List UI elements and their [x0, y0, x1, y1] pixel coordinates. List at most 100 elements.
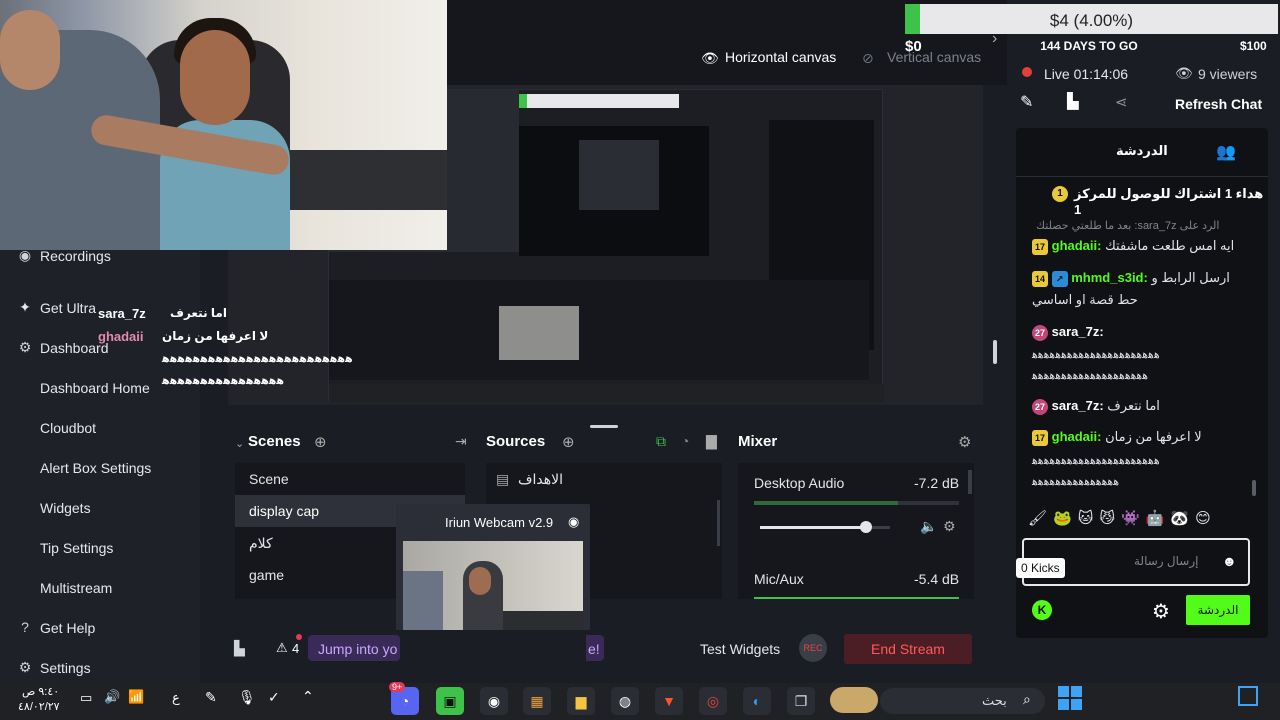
sidebar-item-cloudbot[interactable]: Cloudbot	[40, 420, 96, 436]
widgets-weather-icon[interactable]	[830, 687, 878, 713]
tip-goal-bar: $4 (4.00%)	[905, 4, 1278, 34]
folder-icon[interactable]: ▇	[706, 433, 717, 450]
chrome-icon[interactable]: ◎	[699, 687, 727, 715]
tip-goal-max: $100	[1240, 39, 1267, 53]
chat-username[interactable]: mhmd_s3id:	[1071, 270, 1148, 285]
sidebar-item-multistream[interactable]: Multistream	[40, 580, 112, 596]
send-chat-button[interactable]: الدردشة	[1186, 595, 1250, 625]
chevron-up-icon[interactable]: ⌃	[302, 688, 314, 705]
chat-message: 17 ghadaii: ايه امس طلعت ماشفتك	[1032, 238, 1234, 255]
gear-icon[interactable]: ⚙	[1152, 599, 1170, 624]
source-item[interactable]: الاهداف	[486, 463, 722, 495]
alert-icon[interactable]: ⚠	[276, 640, 288, 656]
emote-icon[interactable]: 🐱	[1078, 509, 1094, 531]
gear-icon[interactable]: ⚙	[943, 518, 956, 535]
sidebar-item-get-ultra[interactable]: Get Ultra	[40, 300, 96, 316]
chat-username[interactable]: ghadaii:	[1052, 238, 1102, 253]
tab-vertical-canvas[interactable]: Vertical canvas	[887, 49, 981, 65]
mixer-channel-name: Mic/Aux	[754, 571, 804, 587]
brave-icon[interactable]: ▼	[655, 687, 683, 715]
chat-text: ﻫﻫﻫﻫﻫﻫﻫﻫﻫﻫﻫﻫﻫﻫﻫ	[1032, 476, 1120, 488]
promo-banner[interactable]: Jump into yo	[308, 635, 400, 661]
collapse-icon[interactable]: ⌄	[235, 437, 244, 450]
users-icon[interactable]: 👥	[1216, 142, 1236, 162]
wifi-icon[interactable]: 📶	[128, 689, 144, 705]
transition-icon[interactable]: ⇥	[455, 433, 467, 450]
chat-tab-title: الدردشة	[1116, 143, 1168, 158]
emote-icon[interactable]: 😊	[1195, 509, 1211, 531]
emote-icon[interactable]: 👾	[1121, 509, 1140, 531]
smiley-icon[interactable]: ☻	[1222, 553, 1237, 569]
tab-horizontal-canvas[interactable]: Horizontal canvas	[725, 49, 836, 65]
chat-text: ﻫﻫﻫﻫﻫﻫﻫﻫﻫﻫﻫﻫﻫﻫﻫﻫﻫﻫﻫﻫﻫﻫ	[1032, 455, 1161, 467]
sub-badge: 27	[1032, 398, 1048, 415]
source-group-icon[interactable]: ⧉	[656, 433, 666, 450]
add-source-icon[interactable]: ⊕	[562, 433, 575, 451]
sidebar-item-dashboard-home[interactable]: Dashboard Home	[40, 380, 150, 396]
chat-username[interactable]: ghadaii:	[1052, 429, 1102, 444]
broom-icon[interactable]: ▙	[1067, 92, 1079, 110]
share-icon[interactable]: ⋖	[1115, 93, 1128, 111]
chat-message: 17 ghadaii: لا اعرفها من زمان	[1032, 429, 1202, 446]
add-scene-icon[interactable]: ⊕	[314, 433, 327, 451]
edge-icon[interactable]: ◐	[743, 687, 771, 715]
pinned-goal-message: هداء 1 اشتراك للوصول للمركز 1	[1074, 186, 1264, 217]
streamlabs-icon[interactable]: ▣	[436, 687, 464, 715]
webcam-app-icon[interactable]: ◉	[480, 687, 508, 715]
chat-message: 14 ↗ mhmd_s3id: ارسل الرابط و	[1032, 270, 1230, 287]
sidebar-item-recordings[interactable]: Recordings	[40, 248, 111, 264]
language-indicator[interactable]: ع	[172, 690, 180, 706]
mixer-scrollbar[interactable]	[968, 470, 972, 494]
audio-mute-icon[interactable]: ◔	[681, 433, 689, 449]
emote-icon[interactable]: 🖌	[1028, 509, 1047, 531]
chat-username[interactable]: sara_7z:	[1052, 324, 1104, 339]
chat-username[interactable]: sara_7z:	[1052, 398, 1104, 413]
taskbar-search[interactable]: بحث ⌕	[880, 688, 1045, 714]
streamlabs-tray-icon[interactable]: ✓	[268, 689, 280, 706]
source-preview-title: Iriun Webcam v2.9	[445, 515, 554, 530]
rec-button[interactable]: REC	[799, 634, 827, 662]
sidebar-item-get-help[interactable]: Get Help	[40, 620, 95, 636]
end-stream-button[interactable]: End Stream	[844, 634, 972, 664]
volume-slider[interactable]	[760, 521, 890, 533]
obs-icon[interactable]: ◍	[611, 687, 639, 715]
sidebar-item-tip-settings[interactable]: Tip Settings	[40, 540, 113, 556]
store-icon[interactable]: ▦	[523, 687, 551, 715]
screen: ◉ Recordings ✦ Get Ultra ⚙ Dashboard Das…	[0, 0, 1280, 720]
clock-date[interactable]: ٤٨/٠٢/٢٧	[18, 700, 60, 713]
test-widgets-button[interactable]: Test Widgets	[700, 641, 780, 657]
panel-resize-handle[interactable]	[993, 340, 997, 364]
audio-level-meter	[754, 501, 959, 505]
mixer-settings-icon[interactable]: ⚙	[958, 433, 971, 451]
sidebar-item-settings[interactable]: Settings	[40, 660, 91, 676]
emote-icon[interactable]: 🐼	[1170, 509, 1189, 531]
kick-logo-icon[interactable]: K	[1032, 600, 1052, 620]
stats-icon[interactable]: ▙	[234, 640, 245, 657]
folder-icon[interactable]: ▆	[567, 687, 595, 715]
notification-center-icon[interactable]	[1238, 686, 1258, 706]
refresh-chat-button[interactable]: Refresh Chat	[1175, 96, 1262, 112]
volume-icon[interactable]: 🔊	[104, 689, 120, 705]
volume-slider-handle[interactable]	[860, 521, 872, 533]
chat-scrollbar[interactable]	[1252, 480, 1256, 496]
task-view-icon[interactable]: ❐	[787, 687, 815, 715]
scene-item[interactable]: Scene	[235, 463, 465, 495]
sidebar-item-widgets[interactable]: Widgets	[40, 500, 91, 516]
mic-icon[interactable]: 🎙	[238, 689, 256, 706]
pen-icon[interactable]: ✎	[205, 689, 217, 706]
battery-icon[interactable]: ▭	[80, 690, 92, 706]
sources-scrollbar[interactable]	[717, 500, 720, 546]
emote-icon[interactable]: 😼	[1099, 509, 1115, 531]
mixer-channel-db: -5.4 dB	[914, 571, 960, 587]
nested-taskbar	[329, 384, 884, 402]
dock-resize-handle[interactable]	[590, 425, 618, 428]
overlay-message-3: ﻫﻫﻫﻫﻫﻫﻫﻫﻫﻫﻫﻫﻫﻫﻫﻫﻫﻫﻫﻫﻫﻫﻫﻫﻫ	[162, 353, 354, 365]
emote-icon[interactable]: 🐸	[1053, 509, 1072, 531]
speaker-icon[interactable]: 🔈	[920, 518, 937, 535]
start-icon[interactable]	[1058, 686, 1082, 710]
clock-time[interactable]: ٩:٤٠ ص	[22, 685, 59, 698]
emote-icon[interactable]: 🤖	[1146, 509, 1165, 531]
mixer-panel: Desktop Audio -7.2 dB 🔈 ⚙ Mic/Aux -5.4 d…	[738, 463, 974, 599]
sidebar-item-alert-box-settings[interactable]: Alert Box Settings	[40, 460, 151, 476]
pencil-icon[interactable]: ✎	[1020, 92, 1033, 112]
